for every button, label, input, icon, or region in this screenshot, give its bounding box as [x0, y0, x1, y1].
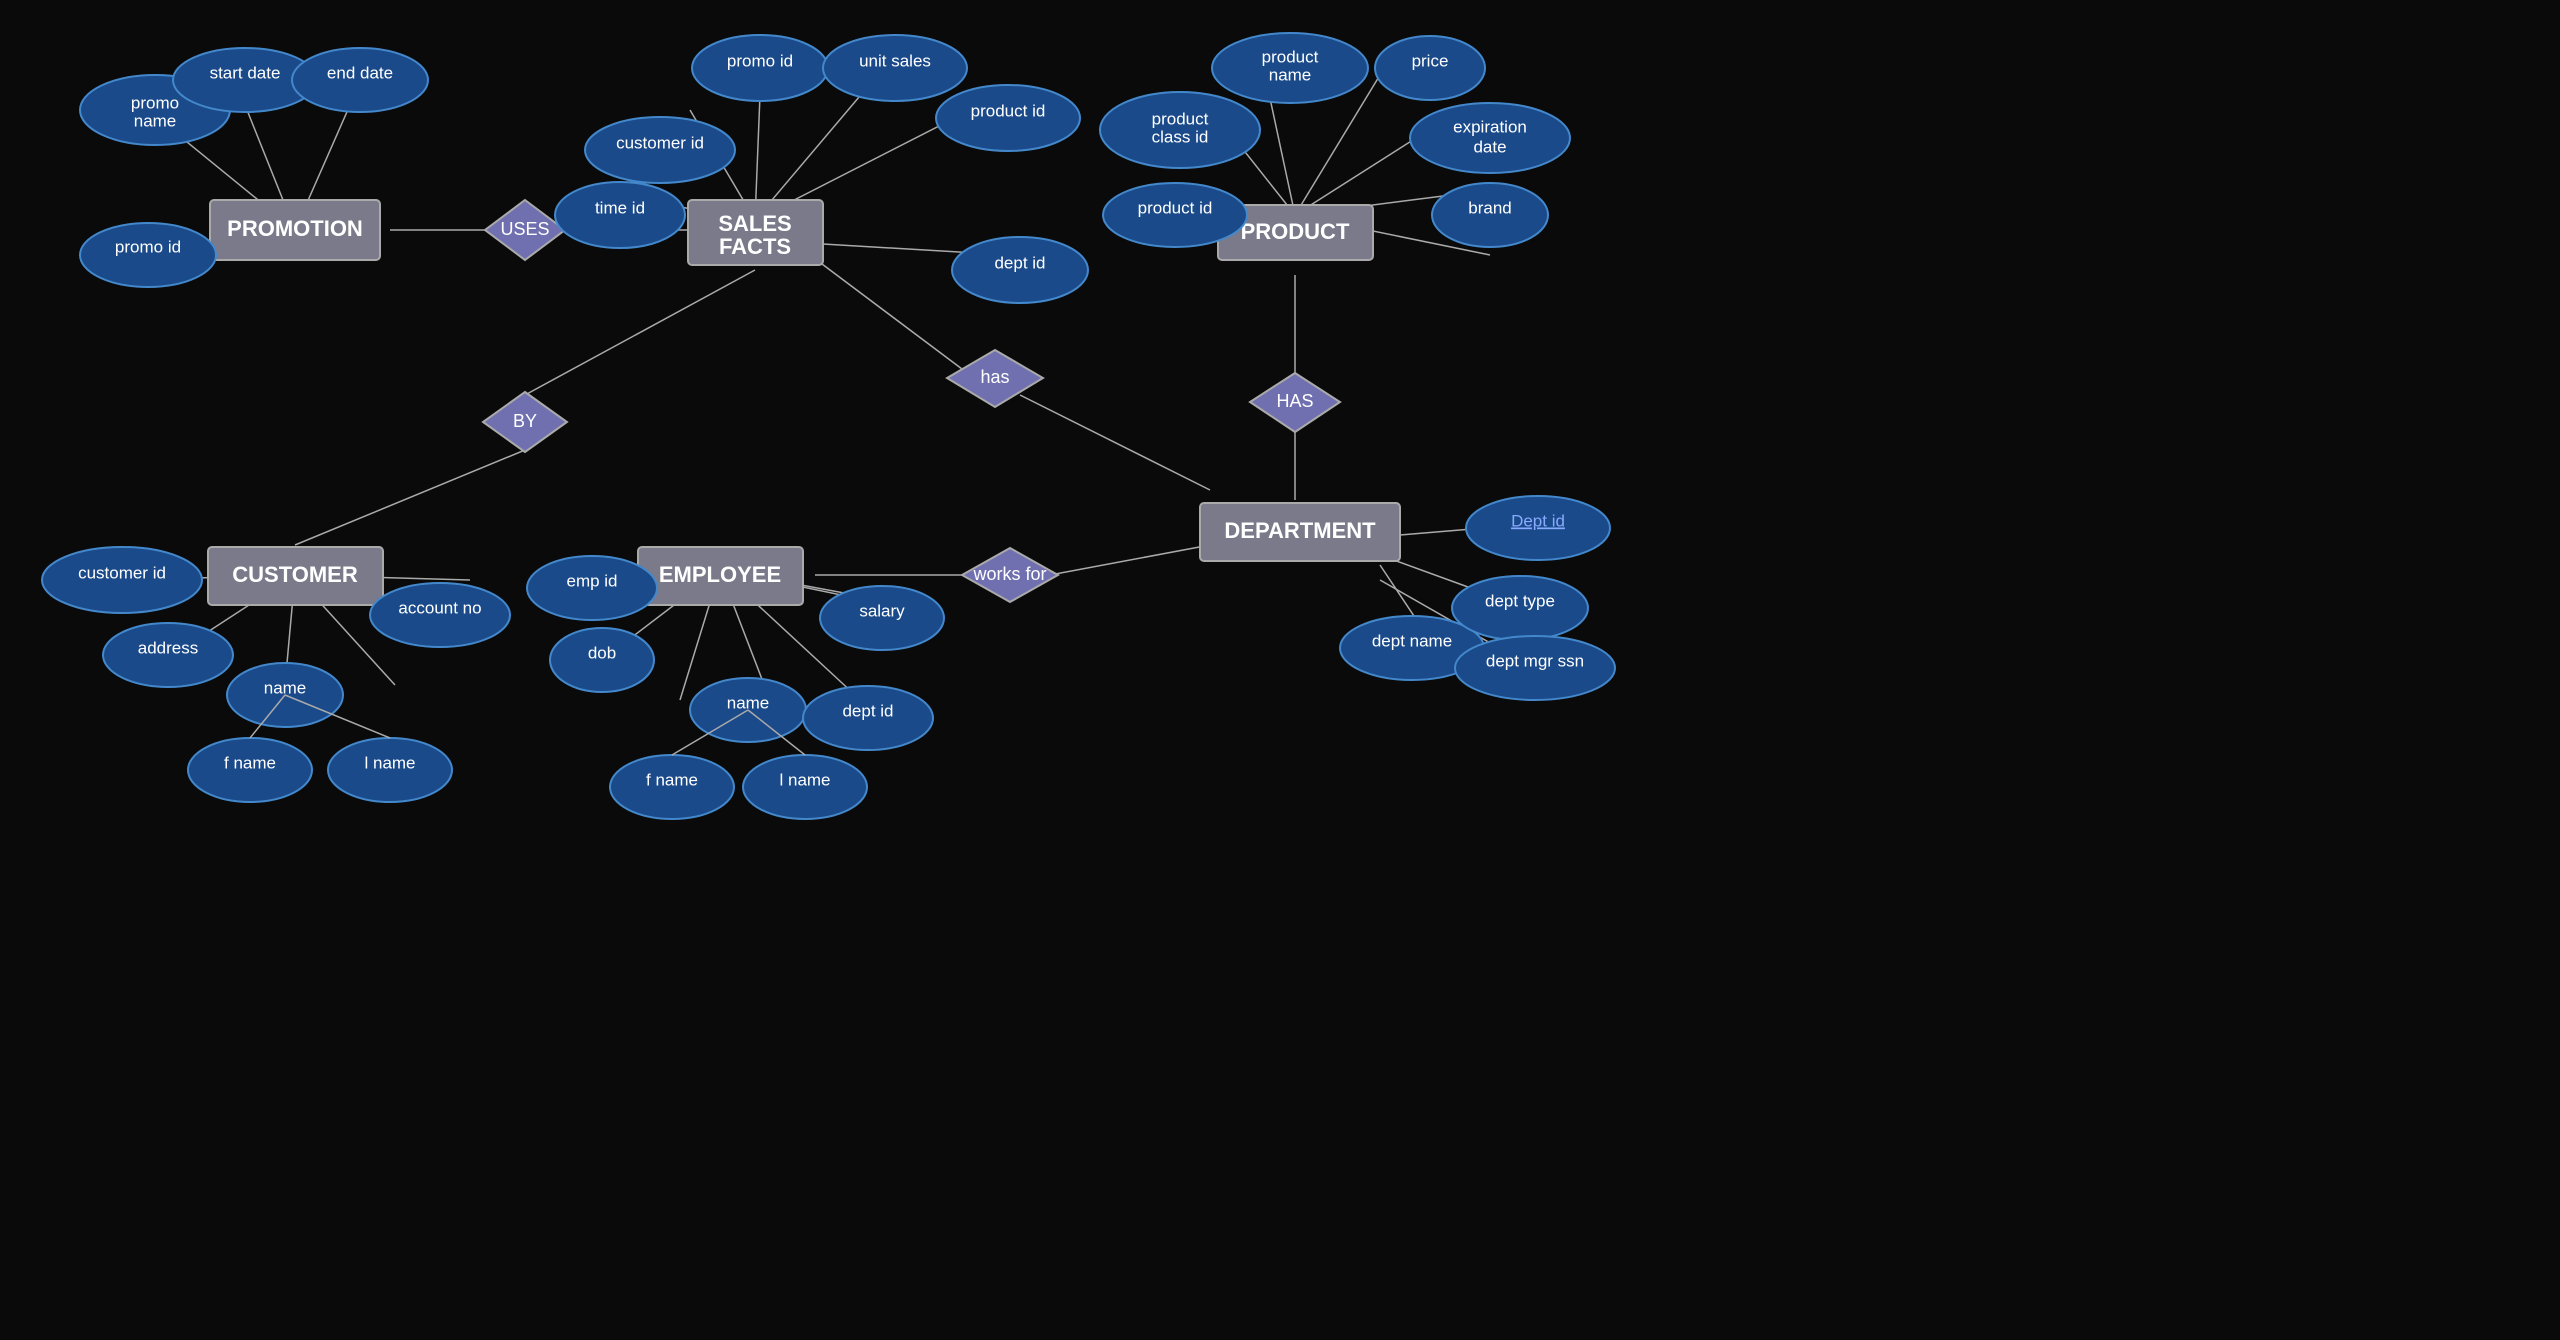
attr-end-date-label1: end date [327, 63, 393, 82]
entity-customer-label: CUSTOMER [232, 562, 358, 587]
attr-promo-name-label1: promo [131, 93, 179, 112]
attr-product-class-id-label1: product [1152, 109, 1209, 128]
attr-promo-id-label1: promo id [115, 237, 181, 256]
attr-customer-lname-label: l name [364, 753, 415, 772]
attr-employee-fname-label: f name [646, 770, 698, 789]
relation-HAS-label: HAS [1276, 391, 1313, 411]
attr-product-class-id-label2: class id [1152, 127, 1209, 146]
attr-dept-type-label: dept type [1485, 591, 1555, 610]
attr-brand-label: brand [1468, 198, 1511, 217]
attr-sales-promo-id-label: promo id [727, 51, 793, 70]
attr-price-label: price [1412, 51, 1449, 70]
entity-employee-label: EMPLOYEE [659, 562, 781, 587]
attr-sales-dept-id-label: dept id [994, 253, 1045, 272]
attr-customer-fname-label: f name [224, 753, 276, 772]
attr-dept-name-label: dept name [1372, 631, 1452, 650]
attr-customer-name-label: name [264, 678, 307, 697]
attr-employee-name-label: name [727, 693, 770, 712]
attr-salary-label: salary [859, 601, 905, 620]
entity-salesfacts-label1: SALES [718, 211, 791, 236]
attr-dob-label: dob [588, 643, 616, 662]
attr-dept-id-underlined-label: Dept id [1511, 511, 1565, 530]
attr-expiration-date-label1: expiration [1453, 117, 1527, 136]
attr-employee-dept-id-label: dept id [842, 701, 893, 720]
attr-promo-name-label2: name [134, 111, 177, 130]
attr-sales-product-id-label: product id [971, 101, 1046, 120]
attr-account-no-label: account no [398, 598, 481, 617]
attr-address-label: address [138, 638, 198, 657]
relation-uses-label: USES [500, 219, 549, 239]
relation-has-label: has [980, 367, 1009, 387]
attr-emp-id-label: emp id [566, 571, 617, 590]
attr-sales-customer-id-label: customer id [616, 133, 704, 152]
entity-promotion-label: PROMOTION [227, 216, 363, 241]
attr-expiration-date-label2: date [1473, 137, 1506, 156]
er-diagram: PROMOTION SALES FACTS PRODUCT CUSTOMER E… [0, 0, 2560, 1340]
attr-dept-mgr-ssn-label: dept mgr ssn [1486, 651, 1584, 670]
entity-product-label: PRODUCT [1241, 219, 1350, 244]
attr-start-date-label1: start date [210, 63, 281, 82]
attr-unit-sales-label: unit sales [859, 51, 931, 70]
attr-product-name-label1: product [1262, 47, 1319, 66]
attr-product-id-label: product id [1138, 198, 1213, 217]
attr-employee-lname-label: l name [779, 770, 830, 789]
attr-customer-id-label: customer id [78, 563, 166, 582]
relation-by-label: BY [513, 411, 537, 431]
relation-worksfor-label: works for [972, 564, 1046, 584]
attr-time-id-label: time id [595, 198, 645, 217]
entity-department-label: DEPARTMENT [1224, 518, 1376, 543]
entity-salesfacts-label2: FACTS [719, 234, 791, 259]
attr-product-name-label2: name [1269, 65, 1312, 84]
